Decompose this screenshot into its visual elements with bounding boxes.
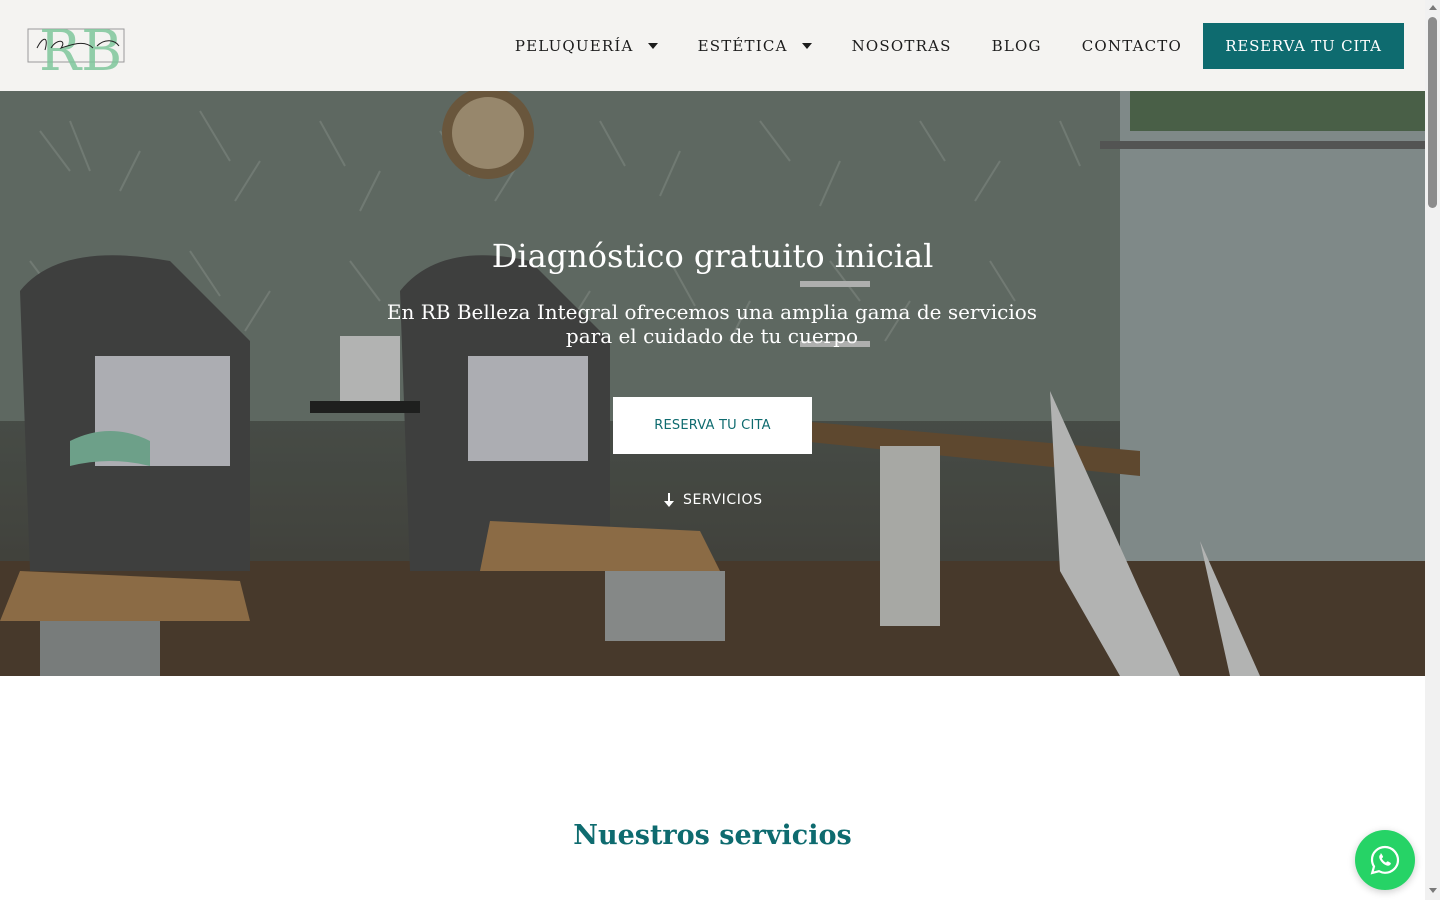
nav-item-nosotras[interactable]: NOSOTRAS [852,37,952,55]
nav-item-contacto[interactable]: CONTACTO [1082,37,1182,55]
main-nav: PELUQUERÍA ESTÉTICA NOSOTRAS BLOG CONTAC… [515,0,1404,91]
whatsapp-button[interactable] [1355,830,1415,890]
site-header: RB PELUQUERÍA ESTÉTICA NOSOTRAS BLOG CON… [0,0,1425,91]
nav-item-label: PELUQUERÍA [514,36,634,55]
hero-subtitle: En RB Belleza Integral ofrecemos una amp… [386,300,1038,348]
nav-item-label: BLOG [991,36,1042,55]
chevron-down-icon [647,42,658,49]
nav-item-label: CONTACTO [1081,36,1182,55]
nav-item-blog[interactable]: BLOG [992,37,1042,55]
hero-content: Diagnóstico gratuito inicial En RB Belle… [0,91,1425,676]
scroll-thumb[interactable] [1428,17,1437,208]
services-title: Nuestros servicios [573,820,852,851]
arrow-down-icon [664,493,674,507]
hero-reserva-button[interactable]: RESERVA TU CITA [613,397,812,454]
nav-item-label: NOSOTRAS [851,36,952,55]
rb-logo[interactable]: RB [27,18,125,84]
chevron-down-icon [801,42,812,49]
hero-title: Diagnóstico gratuito inicial [491,237,934,275]
reserva-cita-button[interactable]: RESERVA TU CITA [1203,22,1404,69]
hero-section: Diagnóstico gratuito inicial En RB Belle… [0,91,1425,676]
scroll-down-icon[interactable] [1429,888,1437,893]
nav-item-label: ESTÉTICA [697,36,788,55]
servicios-link-label: SERVICIOS [683,492,763,508]
scroll-up-icon[interactable] [1429,5,1437,10]
whatsapp-icon [1370,845,1400,875]
servicios-link[interactable]: SERVICIOS [663,492,763,508]
page-scrollbar[interactable] [1425,0,1440,900]
nav-item-peluqueria[interactable]: PELUQUERÍA [515,37,658,55]
nav-item-estetica[interactable]: ESTÉTICA [698,37,812,55]
